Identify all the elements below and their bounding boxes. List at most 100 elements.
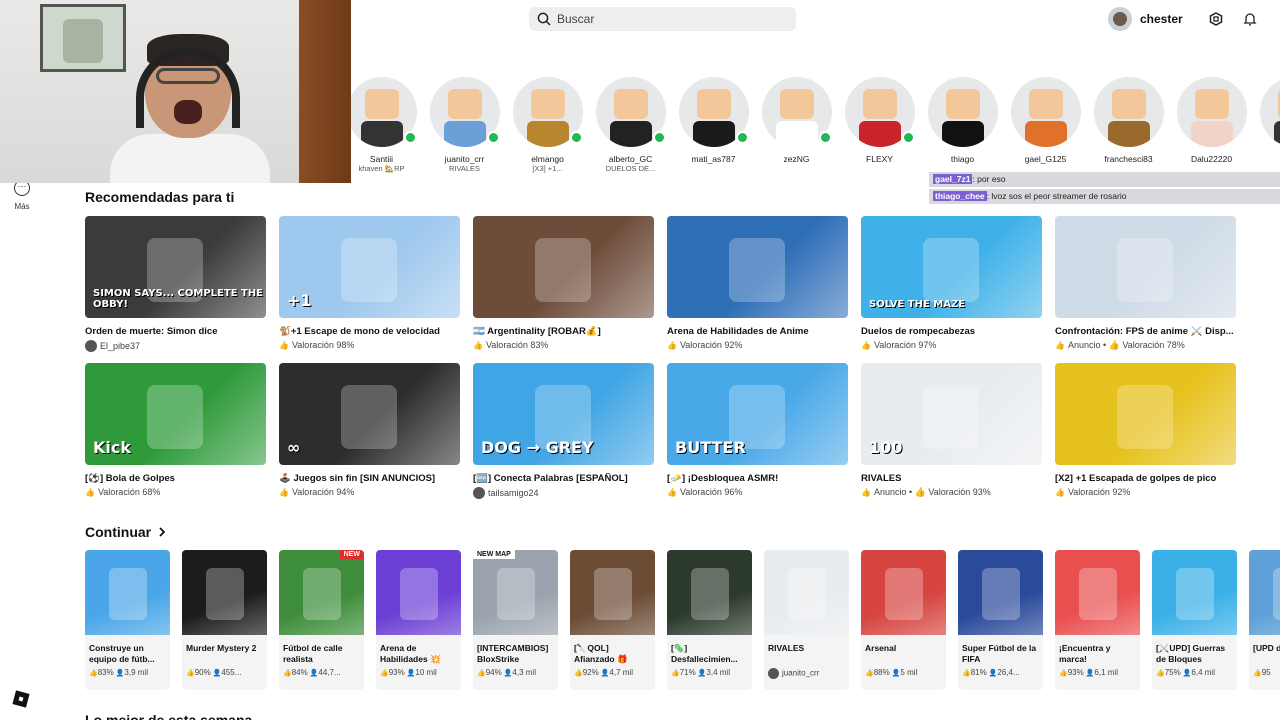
game-card[interactable]: BUTTER [🧈] ¡Desbloquea ASMR! 👍 Valoración 9… <box>667 363 848 499</box>
game-card[interactable]: [X2] +1 Escapada de golpes de pico 👍 Valor… <box>1055 363 1236 499</box>
friend-item[interactable]: zezNG <box>755 77 838 177</box>
game-thumbnail[interactable]: NEW <box>279 550 364 635</box>
game-thumbnail[interactable]: SIMON SAYS... COMPLETE THE OBBY! <box>85 216 266 318</box>
friend-status: [X3] +1... <box>532 164 563 173</box>
continue-card[interactable]: [🔪QOL] Afianzado 🎁 👍92% 👤4,7 mil <box>570 550 655 690</box>
like-ratio: 83% <box>97 668 114 677</box>
game-thumbnail[interactable] <box>1055 550 1140 635</box>
game-card[interactable]: SOLVE THE MAZE Duelos de rompecabezas 👍 Val… <box>861 216 1042 352</box>
friend-item[interactable]: elmango [X3] +1... <box>506 77 589 177</box>
game-title: Arsenal <box>865 643 897 653</box>
continue-card[interactable]: NEW MAP [INTERCAMBIOS] BloxStrike 👍94% 👤4,… <box>473 550 558 690</box>
player-count: 455... <box>221 668 242 677</box>
username[interactable]: chester <box>1140 12 1183 26</box>
search-bar[interactable] <box>529 7 796 31</box>
thumbnail-figure <box>982 568 1020 620</box>
friend-name: Dalu22220 <box>1190 154 1233 164</box>
game-thumbnail[interactable]: DOG → GREY <box>473 363 654 465</box>
friend-item[interactable]: mati_as787 <box>672 77 755 177</box>
game-thumbnail[interactable] <box>861 550 946 635</box>
avatar-head <box>447 89 482 119</box>
friend-name: alberto_GC <box>608 154 653 164</box>
game-thumbnail[interactable]: 100 <box>861 363 1042 465</box>
friend-item[interactable]: FLEXY <box>838 77 921 177</box>
continue-card[interactable]: Super Fútbol de la FIFA 👍81% 👤26,4... <box>958 550 1043 690</box>
avatar-body <box>1024 121 1067 147</box>
game-thumbnail[interactable] <box>473 216 654 318</box>
game-thumbnail[interactable]: +1 <box>279 216 460 318</box>
game-title: RIVALES <box>768 643 805 653</box>
section-title-continue[interactable]: Continuar <box>85 524 167 540</box>
game-card[interactable]: Kick [⚽] Bola de Golpes 👍 Valoración 68% <box>85 363 266 499</box>
game-thumbnail[interactable] <box>376 550 461 635</box>
game-card[interactable]: SIMON SAYS... COMPLETE THE OBBY! Orden de… <box>85 216 266 352</box>
continue-card[interactable]: Construye un equipo de fútb... 👍83% 👤3,9 … <box>85 550 170 690</box>
friend-avatar[interactable] <box>1259 77 1280 147</box>
game-thumbnail[interactable] <box>1055 216 1236 318</box>
friend-name: elmango <box>531 154 564 164</box>
friend-avatar[interactable] <box>1176 77 1247 147</box>
game-card[interactable]: 🇦🇷 Argentinality [ROBAR💰] 👍 Valoración 83% <box>473 216 654 352</box>
online-status-dot <box>819 131 832 144</box>
thumbnail-figure <box>109 568 147 620</box>
game-card[interactable]: Arena de Habilidades de Anime 👍 Valoración… <box>667 216 848 352</box>
game-thumbnail[interactable] <box>1152 550 1237 635</box>
continue-card[interactable]: Arena de Habilidades 💥 👍93% 👤10 mil <box>376 550 461 690</box>
game-thumbnail[interactable] <box>1249 550 1280 635</box>
game-thumbnail[interactable] <box>85 550 170 635</box>
players-icon: 👤 <box>695 670 707 677</box>
friend-avatar[interactable] <box>927 77 998 147</box>
players-icon: 👤 <box>404 670 416 677</box>
robux-icon[interactable] <box>1205 8 1227 30</box>
thumbnail-figure <box>691 568 729 620</box>
continue-card[interactable]: ¡Encuentra y marca! 👍93% 👤6,1 mil <box>1055 550 1140 690</box>
game-thumbnail[interactable]: SOLVE THE MAZE <box>861 216 1042 318</box>
game-thumbnail[interactable]: Kick <box>85 363 266 465</box>
game-card[interactable]: 100 RIVALES 👍 Anuncio • 👍 Valoración 93% <box>861 363 1042 499</box>
continue-card[interactable]: [🦠] Desfallecimien... 👍71% 👤3,4 mil <box>667 550 752 690</box>
game-thumbnail[interactable] <box>667 550 752 635</box>
friend-avatar[interactable] <box>1093 77 1164 147</box>
game-meta-text: Valoración 97% <box>873 340 937 350</box>
online-status-dot <box>736 131 749 144</box>
friend-item[interactable]: Dalu22220 <box>1170 77 1253 177</box>
friend-item[interactable]: juanito_crr RIVALES <box>423 77 506 177</box>
game-card[interactable]: ∞ 🕹️ Juegos sin fin [SIN ANUNCIOS] 👍 Valora… <box>279 363 460 499</box>
game-thumbnail[interactable] <box>764 550 849 635</box>
game-thumbnail[interactable] <box>570 550 655 635</box>
continue-card[interactable]: Arsenal 👍88% 👤5 mil <box>861 550 946 690</box>
continue-card[interactable]: Murder Mystery 2 👍90% 👤455... <box>182 550 267 690</box>
friend-item[interactable]: gael_G125 <box>1004 77 1087 177</box>
game-thumbnail[interactable] <box>1055 363 1236 465</box>
continue-card[interactable]: RIVALES juanito_crr <box>764 550 849 690</box>
friend-item[interactable]: franchesci83 <box>1087 77 1170 177</box>
game-thumbnail[interactable] <box>958 550 1043 635</box>
game-card[interactable]: +1 🐒+1 Escape de mono de velocidad 👍 Valora… <box>279 216 460 352</box>
continue-card[interactable]: [UPD de Vo... 👍95 <box>1249 550 1280 690</box>
friend-item[interactable]: Santiii khaven 🏡RP <box>340 77 423 177</box>
search-input[interactable] <box>557 12 777 26</box>
notifications-bell-icon[interactable] <box>1239 8 1261 30</box>
roblox-logo-icon[interactable] <box>12 690 30 708</box>
game-title: [X2] +1 Escapada de golpes de pico <box>1055 473 1217 484</box>
game-thumbnail[interactable]: ∞ <box>279 363 460 465</box>
game-thumbnail[interactable] <box>182 550 267 635</box>
friend-avatar[interactable] <box>1010 77 1081 147</box>
game-thumbnail[interactable]: NEW MAP <box>473 550 558 635</box>
friend-item[interactable]: thiago <box>921 77 1004 177</box>
thumbnail-caption: Kick <box>93 438 132 457</box>
friend-item[interactable]: fra <box>1253 77 1280 177</box>
game-card[interactable]: DOG → GREY [🆕] Conecta Palabras [ESPAÑOL]… <box>473 363 654 499</box>
continue-card[interactable]: NEW Fútbol de calle realista 👍84% 👤44,7... <box>279 550 364 690</box>
friend-name: Santiii <box>369 154 394 164</box>
continue-card[interactable]: [⚔️UPD] Guerras de Bloques 👍75% 👤6,4 mil <box>1152 550 1237 690</box>
game-thumbnail[interactable] <box>667 216 848 318</box>
thumbnail-figure <box>923 238 979 302</box>
game-card[interactable]: Confrontación: FPS de anime ⚔️ Disp... 👍 A… <box>1055 216 1236 352</box>
sidebar-more[interactable]: ··· Más <box>10 180 34 211</box>
game-thumbnail[interactable]: BUTTER <box>667 363 848 465</box>
game-title: ¡Encuentra y marca! <box>1059 643 1111 664</box>
avatar[interactable] <box>1108 7 1132 31</box>
player-count: 4,7 mil <box>609 668 633 677</box>
friend-item[interactable]: alberto_GC DUELOS DE... <box>589 77 672 177</box>
